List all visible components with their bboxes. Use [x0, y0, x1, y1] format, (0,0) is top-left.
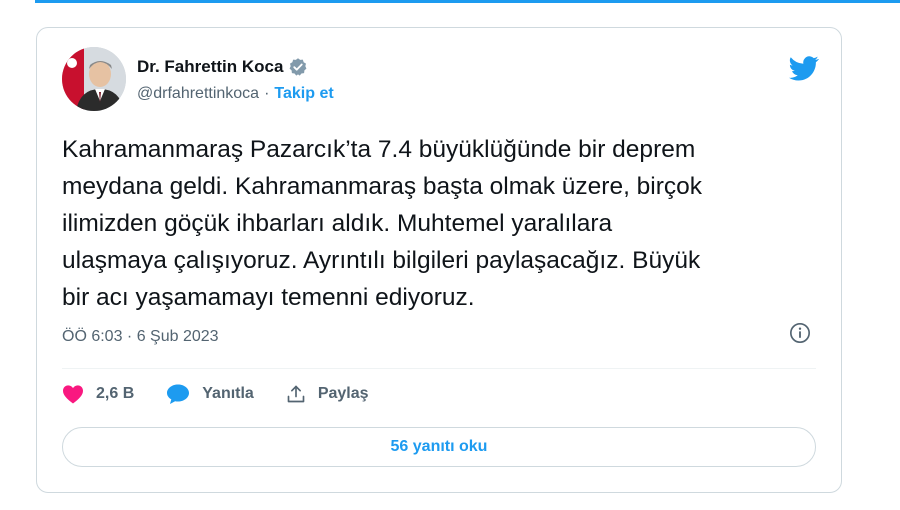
reply-bubble-icon	[167, 384, 190, 404]
like-button[interactable]: 2,6 B	[62, 384, 134, 404]
heart-icon	[63, 385, 83, 404]
tweet-timestamp[interactable]: ÖÖ 6:03 · 6 Şub 2023	[62, 328, 219, 346]
author-name-row: Dr. Fahrettin Koca	[137, 57, 308, 77]
top-accent-line	[35, 0, 900, 3]
twitter-bird-icon[interactable]	[789, 56, 819, 86]
reply-label: Yanıtla	[202, 385, 254, 402]
like-count: 2,6 B	[96, 385, 135, 402]
author-handle[interactable]: @drfahrettinkoca	[137, 85, 259, 103]
separator-dot: ·	[264, 85, 270, 102]
author-handle-row: @drfahrettinkoca · Takip et	[137, 85, 334, 103]
tweet-actions: 2,6 B Yanıtla Paylaş	[62, 383, 401, 405]
divider	[62, 368, 816, 369]
reply-button[interactable]: Yanıtla	[166, 383, 254, 405]
avatar[interactable]	[62, 47, 126, 111]
share-button[interactable]: Paylaş	[286, 384, 369, 404]
tweet-card[interactable]: Dr. Fahrettin Koca @drfahrettinkoca · Ta…	[36, 27, 842, 493]
author-name[interactable]: Dr. Fahrettin Koca	[137, 57, 283, 77]
follow-link[interactable]: Takip et	[274, 85, 333, 103]
info-icon[interactable]	[789, 322, 811, 349]
read-replies-button[interactable]: 56 yanıtı oku	[62, 427, 816, 467]
share-label: Paylaş	[317, 385, 369, 402]
verified-badge-icon	[288, 57, 308, 77]
tweet-text: Kahramanmaraş Pazarcık’ta 7.4 büyüklüğün…	[62, 136, 703, 311]
share-icon	[287, 385, 305, 403]
